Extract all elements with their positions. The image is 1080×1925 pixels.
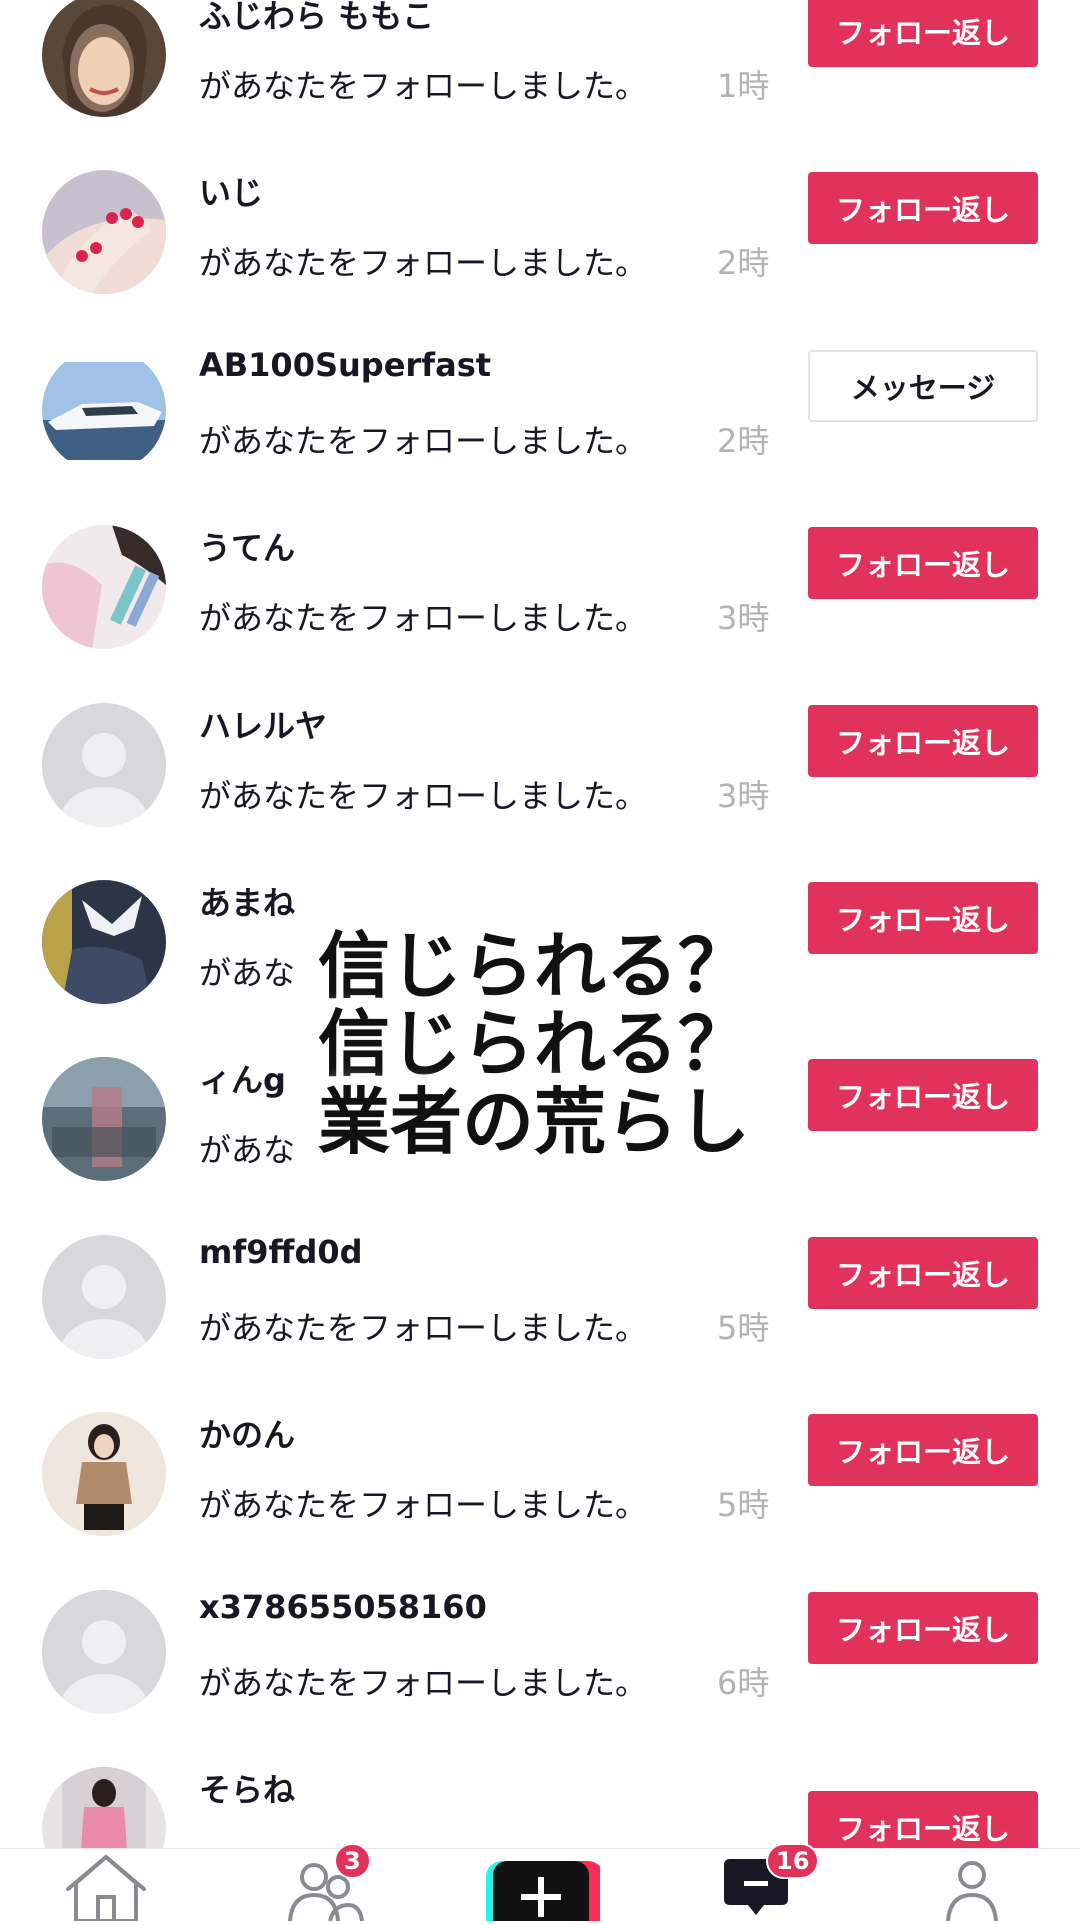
follow-back-button[interactable]: フォロー返し: [808, 1237, 1038, 1309]
list-item[interactable]: いじ があなたをフォローしました。 2時 フォロー返し: [0, 170, 1080, 347]
username[interactable]: うてん: [199, 523, 295, 569]
list-item[interactable]: そらね フォロー返し: [0, 1767, 1080, 1848]
username[interactable]: x378655058160: [199, 1588, 487, 1626]
timestamp: 3時: [717, 777, 770, 815]
notification-text: があなたをフォローしました。: [199, 777, 648, 815]
username[interactable]: ィんg: [199, 1055, 286, 1101]
follow-back-button[interactable]: フォロー返し: [808, 882, 1038, 954]
caption-line: 信じられる？: [318, 1002, 751, 1086]
avatar[interactable]: [42, 170, 166, 294]
avatar[interactable]: [42, 0, 166, 117]
list-item[interactable]: x378655058160 があなたをフォローしました。 6時 フォロー返し: [0, 1588, 1080, 1767]
avatar[interactable]: [42, 880, 166, 1004]
profile-icon[interactable]: [912, 1849, 1032, 1922]
follow-back-button[interactable]: フォロー返し: [808, 0, 1038, 67]
notification-text: があなたをフォローしました。: [199, 244, 648, 282]
username[interactable]: ハレルヤ: [199, 701, 327, 747]
list-item[interactable]: ふじわら ももこ があなたをフォローしました。 1時 フォロー返し: [0, 0, 1080, 170]
username[interactable]: そらね: [199, 1765, 295, 1811]
inbox-icon[interactable]: 16: [696, 1843, 820, 1921]
video-caption: 信じられる？ 信じられる？ 業者の荒らし: [318, 927, 758, 1161]
follow-back-button[interactable]: フォロー返し: [808, 1059, 1038, 1131]
list-item[interactable]: うてん があなたをフォローしました。 3時 フォロー返し: [0, 525, 1080, 702]
timestamp: 3時: [717, 599, 770, 637]
friends-badge: 3: [334, 1843, 371, 1879]
list-item[interactable]: mf9ffd0d があなたをフォローしました。 5時 フォロー返し: [0, 1233, 1080, 1412]
follow-back-button[interactable]: フォロー返し: [808, 527, 1038, 599]
default-avatar-icon[interactable]: [42, 1235, 166, 1359]
friends-icon[interactable]: 3: [264, 1843, 384, 1922]
caption-line: 業者の荒らし: [318, 1080, 751, 1164]
avatar[interactable]: [42, 1767, 166, 1848]
username[interactable]: いじ: [199, 168, 263, 214]
avatar[interactable]: [42, 525, 166, 649]
message-button[interactable]: メッセージ: [808, 350, 1038, 422]
username[interactable]: あまね: [199, 878, 295, 924]
list-item[interactable]: ハレルヤ があなたをフォローしました。 3時 フォロー返し: [0, 703, 1080, 880]
timestamp: 2時: [717, 422, 770, 460]
home-icon[interactable]: [46, 1849, 166, 1923]
username[interactable]: AB100Superfast: [199, 346, 491, 384]
timestamp: 5時: [717, 1486, 770, 1524]
inbox-badge: 16: [766, 1843, 820, 1879]
notification-text: があなたをフォローしました。: [199, 67, 648, 105]
bottom-nav: 3 16: [0, 1843, 1080, 1925]
avatar[interactable]: [42, 348, 166, 472]
timestamp: 1時: [717, 67, 770, 105]
default-avatar-icon[interactable]: [42, 1590, 166, 1714]
create-plus-icon[interactable]: [480, 1849, 604, 1925]
notification-text: があなたをフォローしました。: [199, 1309, 648, 1347]
username[interactable]: ふじわら ももこ: [199, 0, 434, 37]
list-item[interactable]: かのん があなたをフォローしました。 5時 フォロー返し: [0, 1412, 1080, 1589]
follow-back-button[interactable]: フォロー返し: [808, 1414, 1038, 1486]
username[interactable]: mf9ffd0d: [199, 1233, 363, 1271]
notification-text: があなたをフォローしました。: [199, 422, 648, 460]
timestamp: 6時: [717, 1664, 770, 1702]
list-item[interactable]: AB100Superfast があなたをフォローしました。 2時 メッセージ: [0, 346, 1080, 525]
timestamp: 2時: [717, 244, 770, 282]
notification-text: があなたをフォローしました。: [199, 1486, 648, 1524]
follow-back-button[interactable]: フォロー返し: [808, 172, 1038, 244]
follow-back-button[interactable]: フォロー返し: [808, 1592, 1038, 1664]
follow-back-button[interactable]: フォロー返し: [808, 1791, 1038, 1848]
notification-text: があなたをフォローしました。: [199, 1664, 648, 1702]
username[interactable]: かのん: [199, 1410, 295, 1456]
avatar[interactable]: [42, 1412, 166, 1536]
timestamp: 5時: [717, 1309, 770, 1347]
avatar[interactable]: [42, 1057, 166, 1181]
notification-text: があなたをフォローしました。: [199, 599, 648, 637]
follow-back-button[interactable]: フォロー返し: [808, 705, 1038, 777]
default-avatar-icon[interactable]: [42, 703, 166, 827]
caption-line: 信じられる？: [318, 924, 751, 1008]
